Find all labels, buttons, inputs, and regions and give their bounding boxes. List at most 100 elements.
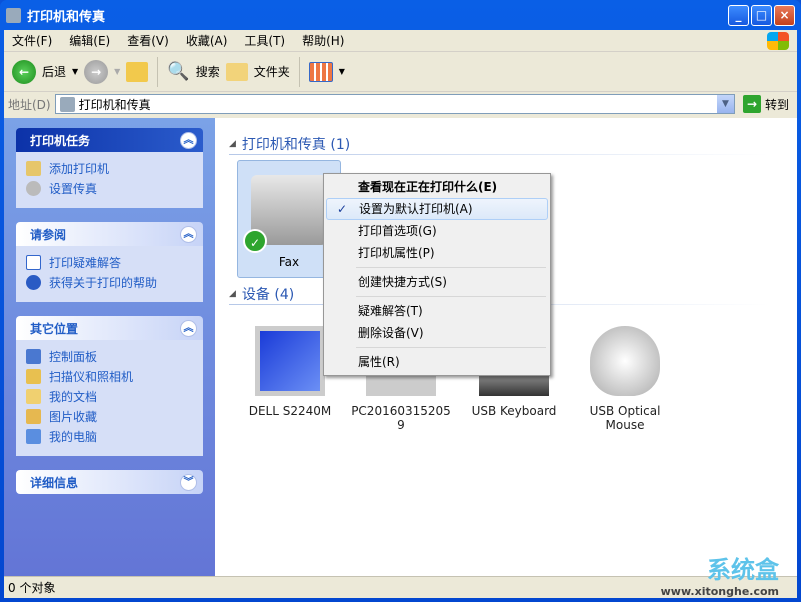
add-printer-link[interactable]: 添加打印机 <box>26 158 193 178</box>
menu-item-printer-properties[interactable]: 打印机属性(P) <box>326 242 548 264</box>
my-computer-link[interactable]: 我的电脑 <box>26 426 193 446</box>
checkmark-icon: ✓ <box>337 202 348 216</box>
device-name: DELL S2240M <box>248 404 332 418</box>
print-troubleshoot-link[interactable]: 打印疑难解答 <box>26 252 193 272</box>
setup-fax-link[interactable]: 设置传真 <box>26 178 193 198</box>
link-label: 控制面板 <box>49 349 98 364</box>
up-folder-icon[interactable] <box>126 61 149 82</box>
panel-printer-tasks: 打印机任务 ︽ 添加打印机 设置传真 <box>16 128 203 208</box>
scanners-cameras-link[interactable]: 扫描仪和照相机 <box>26 366 193 386</box>
group-header-devices[interactable]: ◢ 设备 (4) <box>229 284 769 305</box>
menu-tools[interactable]: 工具(T) <box>244 32 285 49</box>
collapse-chevron-icon[interactable]: ︽ <box>180 131 197 149</box>
go-label: 转到 <box>764 97 789 112</box>
menu-item-properties[interactable]: 属性(R) <box>326 351 548 373</box>
panel-title: 请参阅 <box>30 227 67 242</box>
forward-dropdown-icon[interactable]: ▼ <box>114 67 120 76</box>
windows-logo-icon <box>767 32 789 50</box>
address-input[interactable]: 打印机和传真 ▼ <box>54 94 735 114</box>
toolbar: ← 后退 ▼ → ▼ 🔍 搜索 文件夹 ▼ <box>4 52 797 92</box>
maximize-button[interactable]: □ <box>751 5 772 26</box>
forward-arrow-icon[interactable]: → <box>84 59 109 84</box>
link-label: 我的文档 <box>49 389 98 404</box>
group-title: 打印机和传真 (1) <box>241 137 351 153</box>
menu-item-set-default[interactable]: ✓ 设置为默认打印机(A) <box>326 198 548 220</box>
watermark-url: www.xitonghe.com <box>660 585 779 598</box>
panel-title: 详细信息 <box>30 475 79 490</box>
menu-file[interactable]: 文件(F) <box>12 32 52 49</box>
menu-separator <box>356 267 546 268</box>
menu-edit[interactable]: 编辑(E) <box>69 32 110 49</box>
collapse-chevron-icon[interactable]: ︽ <box>180 225 197 243</box>
menu-item-preferences[interactable]: 打印首选项(G) <box>326 220 548 242</box>
control-panel-link[interactable]: 控制面板 <box>26 346 193 366</box>
address-dropdown-icon[interactable]: ▼ <box>716 95 734 113</box>
task-pane: 打印机任务 ︽ 添加打印机 设置传真 请参阅 ︽ 打印疑难解答 获得关于打印的帮助 … <box>4 118 215 576</box>
control-panel-icon <box>26 348 41 364</box>
panel-header[interactable]: 请参阅 ︽ <box>16 222 203 246</box>
context-menu: 查看现在正在打印什么(E) ✓ 设置为默认打印机(A) 打印首选项(G) 打印机属… <box>323 173 551 376</box>
back-arrow-icon[interactable]: ← <box>12 59 36 84</box>
panel-header[interactable]: 打印机任务 ︽ <box>16 128 203 152</box>
go-button[interactable]: → 转到 <box>739 95 797 113</box>
monitor-icon <box>255 326 325 396</box>
close-button[interactable]: × <box>774 5 795 26</box>
menu-help[interactable]: 帮助(H) <box>302 32 344 49</box>
link-label: 我的电脑 <box>49 429 98 444</box>
link-label: 设置传真 <box>49 181 98 196</box>
help-circle-icon <box>26 274 41 290</box>
default-check-icon: ✓ <box>243 229 267 253</box>
my-pictures-link[interactable]: 图片收藏 <box>26 406 193 426</box>
back-button[interactable]: 后退 <box>42 63 66 80</box>
printer-icon <box>59 96 75 112</box>
address-value: 打印机和传真 <box>78 97 151 112</box>
scanner-icon <box>26 368 41 384</box>
window-title: 打印机和传真 <box>27 10 106 25</box>
collapse-chevron-icon[interactable]: ︽ <box>180 319 197 337</box>
search-icon[interactable]: 🔍 <box>167 61 189 82</box>
computer-icon <box>26 428 41 444</box>
folders-icon[interactable] <box>225 62 248 81</box>
fax-icon <box>26 180 41 196</box>
minimize-button[interactable]: _ <box>728 5 749 26</box>
menu-item-troubleshoot[interactable]: 疑难解答(T) <box>326 300 548 322</box>
panel-header[interactable]: 详细信息 ︾ <box>16 470 203 494</box>
expand-chevron-icon[interactable]: ︾ <box>180 473 197 491</box>
title-bar: 打印机和传真 <box>6 6 105 25</box>
address-bar: 地址(D) 打印机和传真 ▼ → 转到 <box>4 92 797 116</box>
menu-item-create-shortcut[interactable]: 创建快捷方式(S) <box>326 271 548 293</box>
printer-name: Fax <box>278 255 300 269</box>
views-icon[interactable] <box>308 61 333 82</box>
fax-printer-icon: ✓ <box>243 175 327 253</box>
watermark: 系统盒 www.xitonghe.com <box>661 550 779 598</box>
address-label: 地址(D) <box>8 97 51 112</box>
device-name: USB Optical Mouse <box>589 404 661 432</box>
device-name: PC20160315205 9 <box>351 404 451 432</box>
pictures-folder-icon <box>26 408 41 424</box>
panel-title: 其它位置 <box>30 321 79 336</box>
link-label: 打印疑难解答 <box>49 255 122 270</box>
views-dropdown-icon[interactable]: ▼ <box>339 67 345 76</box>
menu-item-see-printing[interactable]: 查看现在正在打印什么(E) <box>326 176 548 198</box>
menu-favorites[interactable]: 收藏(A) <box>186 32 228 49</box>
menu-separator <box>356 347 546 348</box>
print-help-link[interactable]: 获得关于打印的帮助 <box>26 272 193 292</box>
my-documents-link[interactable]: 我的文档 <box>26 386 193 406</box>
back-dropdown-icon[interactable]: ▼ <box>72 67 78 76</box>
printer-icon <box>6 8 21 23</box>
help-question-icon <box>26 254 41 270</box>
watermark-brand: 系统盒 <box>707 556 779 584</box>
group-title: 设备 (4) <box>241 287 295 303</box>
go-arrow-icon: → <box>742 95 761 113</box>
device-item-mouse[interactable]: USB Optical Mouse <box>571 326 679 432</box>
group-header-printers[interactable]: ◢ 打印机和传真 (1) <box>229 134 769 155</box>
device-name: USB Keyboard <box>471 404 557 418</box>
search-button[interactable]: 搜索 <box>196 63 220 80</box>
panel-other-places: 其它位置 ︽ 控制面板 扫描仪和照相机 我的文档 图片收藏 我的电脑 <box>16 316 203 456</box>
menu-view[interactable]: 查看(V) <box>127 32 169 49</box>
panel-title: 打印机任务 <box>30 133 91 148</box>
panel-header[interactable]: 其它位置 ︽ <box>16 316 203 340</box>
link-label: 扫描仪和照相机 <box>49 369 134 384</box>
menu-item-remove-device[interactable]: 删除设备(V) <box>326 322 548 344</box>
folders-button[interactable]: 文件夹 <box>254 63 290 80</box>
